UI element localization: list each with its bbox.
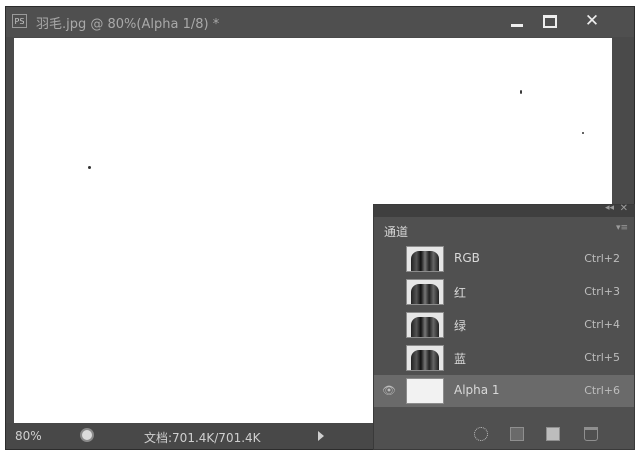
channel-shortcut: Ctrl+3 — [584, 285, 620, 298]
visibility-toggle[interactable] — [382, 352, 396, 364]
channel-row-blue[interactable]: 蓝 Ctrl+5 — [374, 342, 634, 374]
panel-close-icon[interactable]: ✕ — [620, 203, 628, 214]
panel-header[interactable]: ◂◂ ✕ — [374, 203, 634, 217]
channel-shortcut: Ctrl+6 — [584, 384, 620, 397]
status-menu-arrow-icon[interactable] — [318, 431, 324, 441]
canvas-speck — [582, 132, 584, 134]
minimize-icon — [511, 23, 523, 27]
canvas-speck — [520, 90, 522, 94]
minimize-button[interactable] — [499, 9, 535, 33]
channel-thumbnail — [406, 345, 444, 371]
panel-menu-icon[interactable]: ▾≡ — [616, 223, 628, 233]
close-button[interactable]: ✕ — [574, 9, 610, 33]
delete-channel-icon[interactable] — [584, 427, 598, 441]
document-profile-icon[interactable] — [80, 428, 94, 442]
channels-panel: ◂◂ ✕ 通道 ▾≡ RGB Ctrl+2 红 Ctrl+3 绿 Ctrl+4 … — [373, 203, 635, 450]
channel-shortcut: Ctrl+5 — [584, 351, 620, 364]
channel-name: Alpha 1 — [454, 383, 500, 397]
document-size-info: 文档:701.4K/701.4K — [144, 431, 261, 445]
panel-footer — [374, 419, 634, 449]
visibility-toggle[interactable] — [382, 319, 396, 331]
channel-name: 蓝 — [454, 352, 467, 366]
channel-row-red[interactable]: 红 Ctrl+3 — [374, 276, 634, 308]
channel-shortcut: Ctrl+2 — [584, 252, 620, 265]
tab-channels[interactable]: 通道 — [384, 223, 408, 240]
channel-thumbnail — [406, 279, 444, 305]
photoshop-app-icon: PS — [12, 14, 27, 28]
canvas-speck — [88, 166, 91, 169]
eye-icon[interactable]: 👁 — [382, 385, 396, 397]
channel-row-alpha-1[interactable]: 👁 Alpha 1 Ctrl+6 — [374, 375, 634, 407]
channel-thumbnail — [406, 246, 444, 272]
channel-shortcut: Ctrl+4 — [584, 318, 620, 331]
close-icon: ✕ — [584, 11, 600, 31]
document-title: 羽毛.jpg @ 80%(Alpha 1/8) * — [36, 17, 220, 32]
visibility-toggle[interactable] — [382, 286, 396, 298]
channel-thumbnail — [406, 312, 444, 338]
zoom-level[interactable]: 80% — [15, 429, 42, 443]
maximize-button[interactable] — [532, 9, 568, 33]
visibility-toggle[interactable] — [382, 253, 396, 265]
channel-name: 红 — [454, 286, 467, 300]
channel-row-rgb[interactable]: RGB Ctrl+2 — [374, 243, 634, 275]
save-selection-icon[interactable] — [510, 427, 524, 441]
maximize-icon — [543, 14, 557, 28]
channel-thumbnail — [406, 378, 444, 404]
title-bar[interactable]: PS 羽毛.jpg @ 80%(Alpha 1/8) * ✕ — [6, 7, 634, 37]
channel-name: 绿 — [454, 319, 467, 333]
collapse-icon[interactable]: ◂◂ — [605, 203, 614, 213]
channel-row-green[interactable]: 绿 Ctrl+4 — [374, 309, 634, 341]
new-channel-icon[interactable] — [546, 427, 560, 441]
load-selection-icon[interactable] — [474, 427, 488, 441]
channel-name: RGB — [454, 251, 480, 265]
